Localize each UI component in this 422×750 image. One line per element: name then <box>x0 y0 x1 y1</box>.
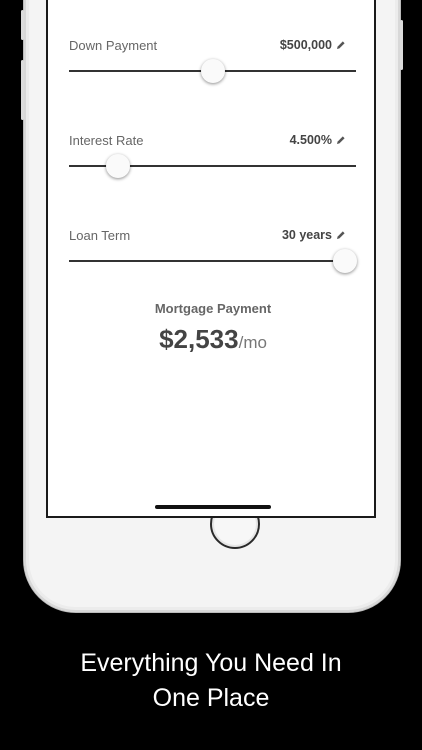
pencil-icon[interactable] <box>336 135 346 145</box>
loan-term-value[interactable]: 30 years <box>282 228 346 242</box>
mortgage-payment-title: Mortgage Payment <box>154 301 272 316</box>
interest-rate-slider-track[interactable] <box>69 154 356 178</box>
promo-caption: Everything You Need In One Place <box>0 646 422 716</box>
down-payment-label: Down Payment <box>69 38 158 53</box>
pencil-icon[interactable] <box>336 40 346 50</box>
down-payment-slider-track[interactable] <box>69 59 356 83</box>
mortgage-payment-amount: $2,533/mo <box>48 324 378 355</box>
phone-volume-button <box>21 60 24 120</box>
down-payment-value[interactable]: $500,000 <box>280 38 346 52</box>
phone-power-button <box>400 20 403 70</box>
down-payment-slider-thumb[interactable] <box>200 59 225 83</box>
payment-amount-unit: /mo <box>238 333 267 352</box>
interest-rate-label: Interest Rate <box>69 133 144 148</box>
down-payment-value-text: $500,000 <box>279 38 332 52</box>
loan-term-slider-thumb[interactable] <box>332 249 357 273</box>
payment-amount-value: $2,533 <box>159 324 239 354</box>
pencil-icon[interactable] <box>336 230 346 240</box>
loan-term-value-text: 30 years <box>281 228 332 242</box>
caption-line-2: One Place <box>152 684 270 712</box>
loan-term-slider-track[interactable] <box>69 249 357 273</box>
home-indicator <box>155 505 271 509</box>
phone-side-button <box>21 10 24 40</box>
loan-term-label: Loan Term <box>69 228 131 243</box>
interest-rate-value[interactable]: 4.500% <box>290 133 346 147</box>
interest-rate-slider-thumb[interactable] <box>105 154 130 178</box>
caption-line-1: Everything You Need In <box>80 649 342 677</box>
app-screen: Down Payment $500,000 Interest Rate 4.50… <box>46 0 376 518</box>
interest-rate-value-text: 4.500% <box>289 133 332 147</box>
